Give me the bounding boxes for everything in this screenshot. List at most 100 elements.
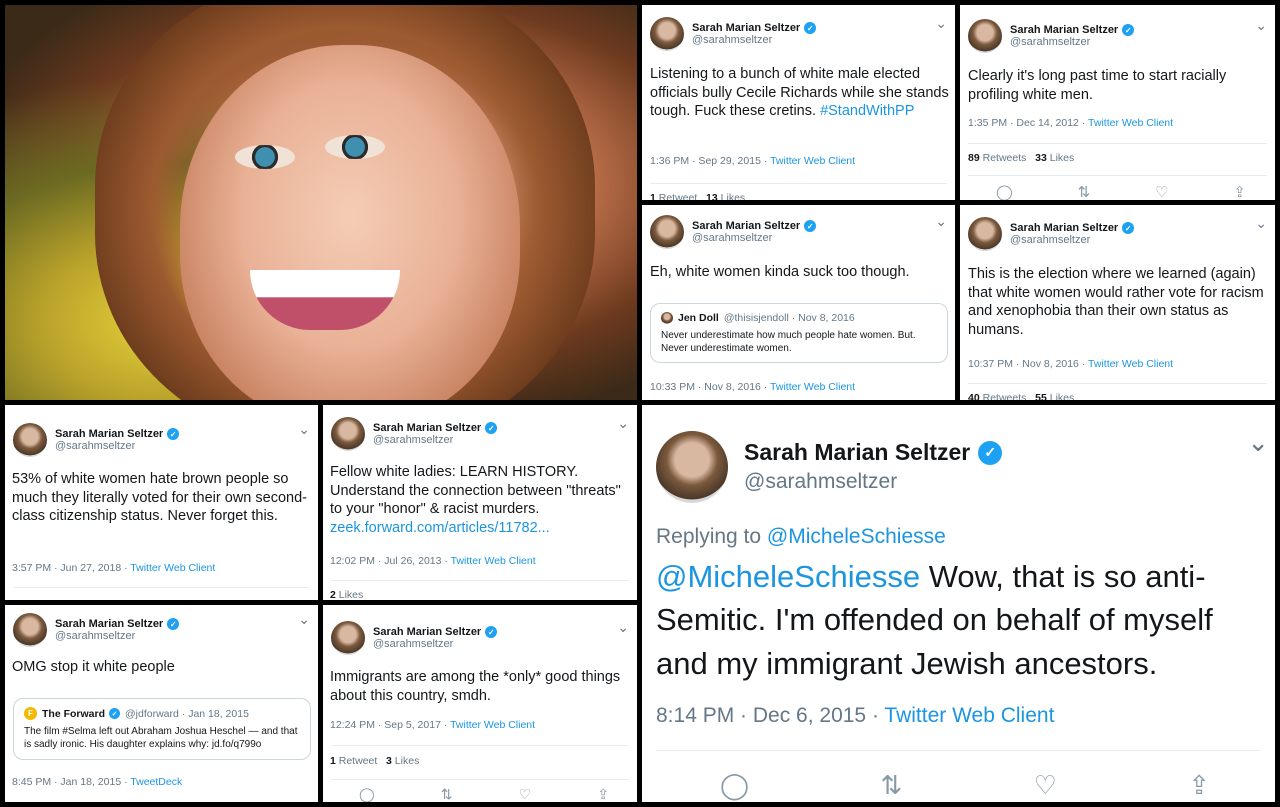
tweet-actions: ◯ ⇅ ♡ ⇪ <box>996 183 1246 200</box>
chevron-down-icon[interactable]: ⌄ <box>935 15 947 32</box>
quoted-name: Jen Doll <box>678 312 719 324</box>
user-handle[interactable]: @sarahmseltzer <box>692 232 816 244</box>
tweet-card-omg[interactable]: Sarah Marian Seltzer ✓ @sarahmseltzer ⌄ O… <box>5 605 318 802</box>
chevron-down-icon[interactable]: ⌄ <box>1255 215 1267 232</box>
quoted-tweet[interactable]: F The Forward ✓ @jdforward · Jan 18, 201… <box>13 698 311 760</box>
chevron-down-icon[interactable]: ⌄ <box>1247 427 1269 458</box>
tweet-timestamp: 12:02 PM · Jul 26, 2013 · Twitter Web Cl… <box>330 555 536 567</box>
tweet-source-link[interactable]: Twitter Web Client <box>884 704 1054 727</box>
divider <box>331 779 629 780</box>
tweet-timestamp: 12:24 PM · Sep 5, 2017 · Twitter Web Cli… <box>330 719 536 731</box>
tweet-card-election[interactable]: Sarah Marian Seltzer ✓ @sarahmseltzer ⌄ T… <box>960 205 1275 400</box>
tweet-stats[interactable]: 89 Retweets 33 Likes <box>968 152 1074 164</box>
display-name[interactable]: Sarah Marian Seltzer ✓ <box>55 428 180 440</box>
display-name[interactable]: Sarah Marian Seltzer ✓ <box>744 439 1003 466</box>
display-name[interactable]: Sarah Marian Seltzer ✓ <box>373 626 498 638</box>
tweet-header: Sarah Marian Seltzer ✓ @sarahmseltzer <box>656 431 1003 503</box>
hashtag-link[interactable]: #StandWithPP <box>820 103 914 119</box>
retweet-icon[interactable]: ⇅ <box>880 770 902 801</box>
tweet-header: Sarah Marian Seltzer ✓ @sarahmseltzer <box>968 19 1135 53</box>
chevron-down-icon[interactable]: ⌄ <box>617 619 629 636</box>
avatar[interactable] <box>968 19 1002 53</box>
tweet-card-learn-history[interactable]: Sarah Marian Seltzer ✓ @sarahmseltzer ⌄ F… <box>323 405 637 600</box>
share-icon[interactable]: ⇪ <box>597 786 609 802</box>
verified-badge-icon: ✓ <box>1122 24 1135 36</box>
avatar[interactable] <box>331 417 365 451</box>
reply-icon[interactable]: ◯ <box>720 770 749 801</box>
user-handle[interactable]: @sarahmseltzer <box>373 434 497 446</box>
tweet-source-link[interactable]: Twitter Web Client <box>130 562 215 574</box>
tweet-card-53-percent[interactable]: Sarah Marian Seltzer ✓ @sarahmseltzer ⌄ 5… <box>5 405 318 600</box>
mention-link[interactable]: @MicheleSchiesse <box>656 559 920 594</box>
tweet-source-link[interactable]: Twitter Web Client <box>451 555 536 567</box>
tweet-card-stand-with-pp[interactable]: Sarah Marian Seltzer ✓ @sarahmseltzer ⌄ L… <box>642 5 955 200</box>
avatar[interactable] <box>656 431 728 503</box>
user-handle[interactable]: @sarahmseltzer <box>1010 234 1134 246</box>
chevron-down-icon[interactable]: ⌄ <box>298 611 310 628</box>
tweet-timestamp: 10:33 PM · Nov 8, 2016 · Twitter Web Cli… <box>650 381 856 393</box>
display-name[interactable]: Sarah Marian Seltzer ✓ <box>373 422 498 434</box>
reply-icon[interactable]: ◯ <box>359 786 375 802</box>
divider <box>968 143 1267 144</box>
chevron-down-icon[interactable]: ⌄ <box>298 421 310 438</box>
avatar[interactable] <box>968 217 1002 251</box>
tweet-text: Fellow white ladies: LEARN HISTORY. Unde… <box>330 464 621 536</box>
retweet-icon[interactable]: ⇅ <box>441 786 453 802</box>
divider <box>968 175 1267 176</box>
article-link[interactable]: zeek.forward.com/articles/11782... <box>330 520 550 536</box>
tweet-source-link[interactable]: Twitter Web Client <box>1088 117 1173 129</box>
tweet-card-immigrants[interactable]: Sarah Marian Seltzer ✓ @sarahmseltzer ⌄ I… <box>323 605 637 802</box>
tweet-source-link[interactable]: Twitter Web Client <box>770 155 855 167</box>
tweet-stats[interactable]: 1 Retweet 3 Likes <box>330 755 419 767</box>
chevron-down-icon[interactable]: ⌄ <box>617 415 629 432</box>
user-handle[interactable]: @sarahmseltzer <box>744 470 1002 494</box>
like-icon[interactable]: ♡ <box>1155 183 1168 200</box>
user-handle[interactable]: @sarahmseltzer <box>55 630 179 642</box>
verified-badge-icon: ✓ <box>978 440 1003 465</box>
tweet-card-profiling[interactable]: Sarah Marian Seltzer ✓ @sarahmseltzer ⌄ C… <box>960 5 1275 200</box>
avatar[interactable] <box>13 613 47 647</box>
tweet-source-link[interactable]: TweetDeck <box>130 776 182 788</box>
display-name[interactable]: Sarah Marian Seltzer ✓ <box>55 618 180 630</box>
chevron-down-icon[interactable]: ⌄ <box>935 213 947 230</box>
tweet-header: Sarah Marian Seltzer ✓ @sarahmseltzer <box>968 217 1135 251</box>
tweet-stats[interactable]: 1 Retweet 13 Likes <box>650 192 745 200</box>
user-handle[interactable]: @sarahmseltzer <box>373 638 497 650</box>
display-name[interactable]: Sarah Marian Seltzer ✓ <box>1010 24 1135 36</box>
share-icon[interactable]: ⇪ <box>1188 770 1210 801</box>
reply-icon[interactable]: ◯ <box>996 183 1013 200</box>
tweet-source-link[interactable]: Twitter Web Client <box>450 719 535 731</box>
tweet-timestamp: 1:36 PM · Sep 29, 2015 · Twitter Web Cli… <box>650 155 856 167</box>
tweet-card-anti-semitic[interactable]: Sarah Marian Seltzer ✓ @sarahmseltzer ⌄ R… <box>642 405 1275 802</box>
verified-badge-icon: ✓ <box>804 220 817 232</box>
avatar[interactable] <box>650 215 684 249</box>
tweet-card-white-women-suck[interactable]: Sarah Marian Seltzer ✓ @sarahmseltzer ⌄ E… <box>642 205 955 400</box>
tweet-timestamp: 8:14 PM · Dec 6, 2015 · Twitter Web Clie… <box>656 704 1055 727</box>
tweet-stats[interactable]: 2 Likes <box>330 589 363 600</box>
avatar[interactable] <box>650 17 684 51</box>
user-handle[interactable]: @sarahmseltzer <box>692 34 816 46</box>
tweet-stats[interactable]: 40 Retweets 55 Likes <box>968 392 1074 400</box>
tweet-source-link[interactable]: Twitter Web Client <box>770 381 855 393</box>
user-handle[interactable]: @sarahmseltzer <box>1010 36 1134 48</box>
display-name[interactable]: Sarah Marian Seltzer ✓ <box>692 220 817 232</box>
display-name[interactable]: Sarah Marian Seltzer ✓ <box>1010 222 1135 234</box>
divider <box>331 580 629 581</box>
retweet-icon[interactable]: ⇅ <box>1078 183 1091 200</box>
tweet-actions: ◯ ⇅ ♡ ⇪ <box>720 770 1210 801</box>
divider <box>650 183 947 184</box>
avatar[interactable] <box>13 423 47 457</box>
share-icon[interactable]: ⇪ <box>1233 183 1246 200</box>
chevron-down-icon[interactable]: ⌄ <box>1255 17 1267 34</box>
quoted-text: The film #Selma left out Abraham Joshua … <box>24 726 298 750</box>
avatar[interactable] <box>331 621 365 655</box>
replying-to-link[interactable]: @MicheleSchiesse <box>767 525 946 548</box>
like-icon[interactable]: ♡ <box>519 786 532 802</box>
tweet-source-link[interactable]: Twitter Web Client <box>1088 358 1173 370</box>
display-name[interactable]: Sarah Marian Seltzer ✓ <box>692 22 817 34</box>
like-icon[interactable]: ♡ <box>1034 770 1057 801</box>
user-handle[interactable]: @sarahmseltzer <box>55 440 179 452</box>
divider <box>656 750 1261 751</box>
quoted-tweet[interactable]: Jen Doll @thisisjendoll · Nov 8, 2016 Ne… <box>650 303 948 363</box>
tweet-text: This is the election where we learned (a… <box>968 266 1264 338</box>
